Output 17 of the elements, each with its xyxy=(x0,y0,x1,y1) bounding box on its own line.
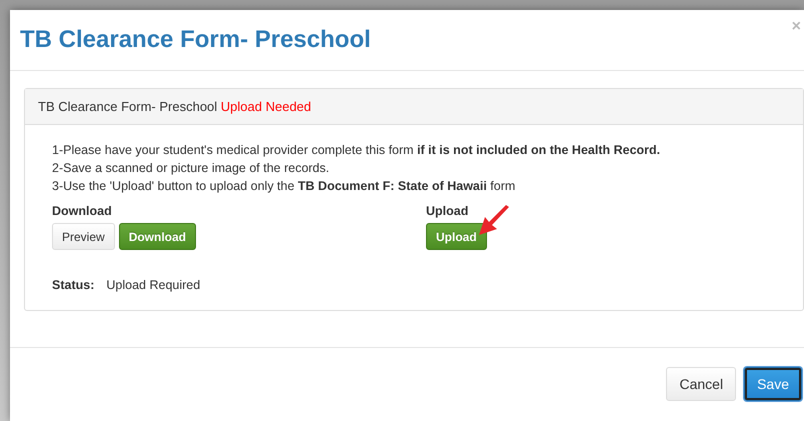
upload-button[interactable]: Upload xyxy=(426,223,487,250)
cancel-button[interactable]: Cancel xyxy=(666,367,736,401)
close-button[interactable]: × xyxy=(792,18,801,36)
arrow-icon xyxy=(477,205,511,237)
instruction-text: 2-Save a scanned or picture image of the records. xyxy=(52,160,330,177)
instruction-text: 1-Please have your student's medical provider complete this form if it is not included on the Health Record. xyxy=(52,142,662,159)
section-label: Upload xyxy=(426,204,470,218)
preview-button[interactable]: Preview xyxy=(52,223,115,250)
status-text: Upload Needed xyxy=(220,99,312,114)
instruction-text: 3-Use the 'Upload' button to upload only the TB Document F: State of Hawaii form xyxy=(52,178,516,195)
save-button[interactable]: Save xyxy=(744,367,802,401)
section-label: Download xyxy=(52,204,113,218)
panel-heading: TB Clearance Form- Preschool xyxy=(38,99,218,114)
status-value: Upload Required xyxy=(106,278,200,292)
download-button[interactable]: Download xyxy=(118,223,196,250)
modal-title: TB Clearance Form- Preschool xyxy=(20,26,371,54)
status-label: Status: xyxy=(52,278,94,292)
